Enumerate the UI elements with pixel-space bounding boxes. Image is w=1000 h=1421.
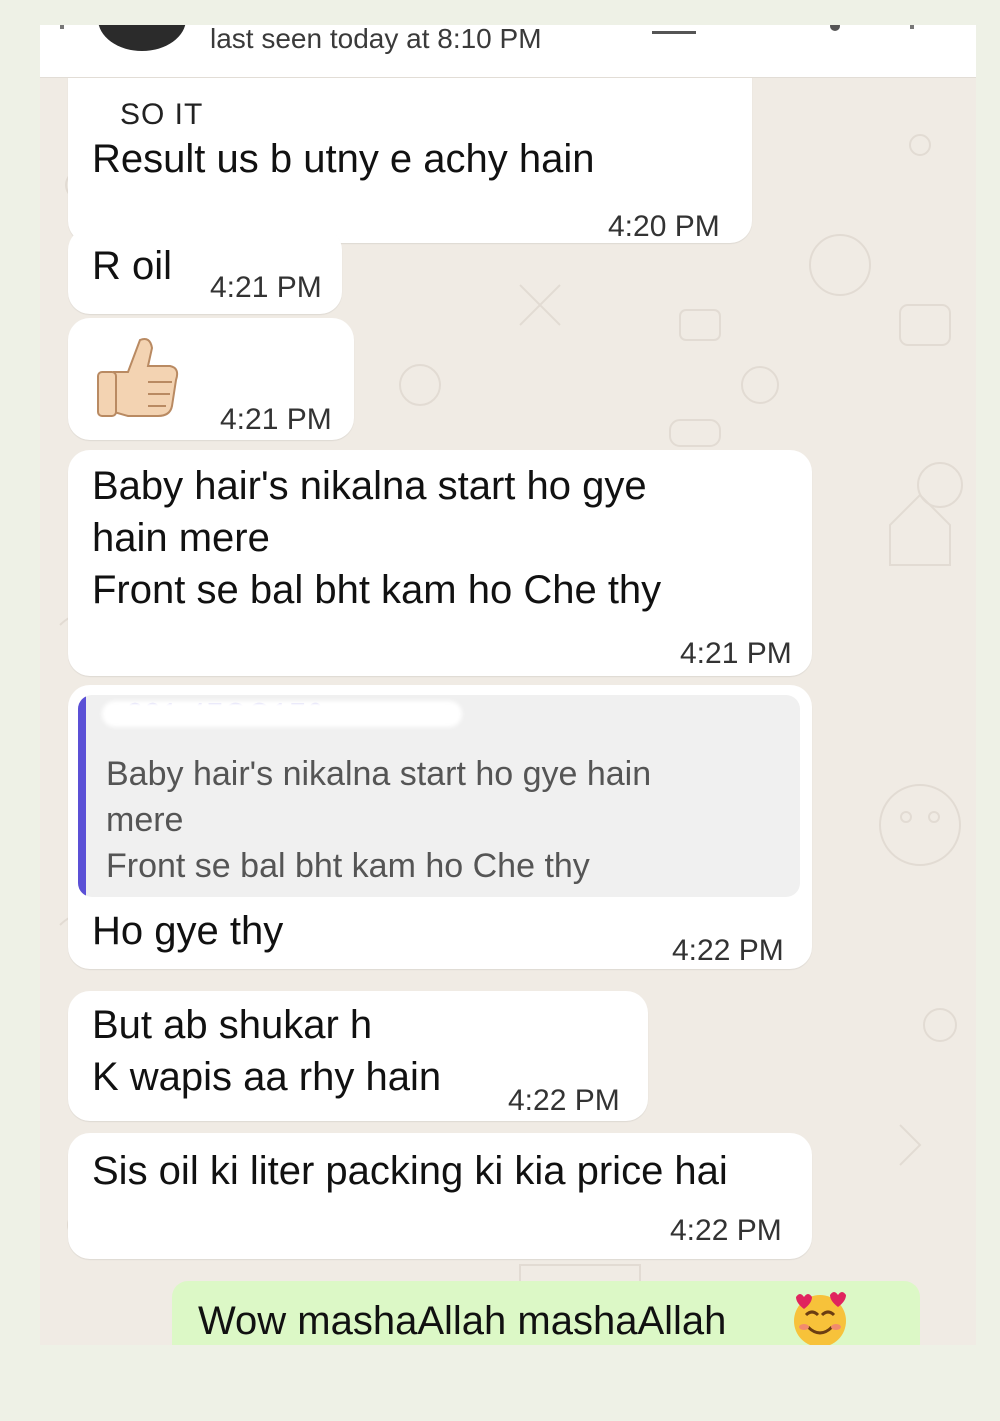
- message-text: Ho gye thy: [92, 909, 284, 953]
- message-bubble[interactable]: R oil 4:21 PM: [68, 228, 342, 314]
- message-text-line: Front se bal bht kam ho Che thy: [92, 568, 662, 612]
- message-text-line: Baby hair's nikalna start ho gye: [92, 464, 647, 508]
- message-bubble[interactable]: Baby hair's nikalna start ho gye hain me…: [68, 450, 812, 676]
- message-bubble[interactable]: But ab shukar h K wapis aa rhy hain 4:22…: [68, 991, 648, 1121]
- outgoing-message-bubble[interactable]: Wow mashaAllah mashaAllah: [172, 1281, 920, 1345]
- message-time: 4:21 PM: [220, 403, 332, 436]
- chat-header: last seen today at 8:10 PM: [40, 25, 976, 78]
- reply-message-bubble[interactable]: · 321 47OO170 Baby hair's nikalna start …: [68, 685, 812, 969]
- message-bubble[interactable]: 4:21 PM: [68, 318, 354, 440]
- message-text-line: But ab shukar h: [92, 1003, 373, 1047]
- message-text: Result us b utny e achy hain: [92, 137, 595, 181]
- message-time: 4:22 PM: [670, 1214, 782, 1247]
- avatar[interactable]: [98, 25, 186, 51]
- redaction-mark: [102, 701, 462, 727]
- message-time: 4:21 PM: [210, 271, 322, 304]
- message-bubble[interactable]: SO IT Result us b utny e achy hain 4:20 …: [68, 53, 752, 243]
- outgoing-message-text: Wow mashaAllah mashaAllah: [198, 1299, 727, 1343]
- message-text: R oil: [92, 244, 173, 288]
- thumbs-up-icon: [97, 338, 179, 417]
- quoted-message[interactable]: · 321 47OO170 Baby hair's nikalna start …: [78, 695, 800, 897]
- smiling-face-with-hearts-icon: [794, 1292, 846, 1345]
- call-icon[interactable]: [652, 31, 696, 34]
- message-bubble[interactable]: Sis oil ki liter packing ki kia price ha…: [68, 1133, 812, 1259]
- chat-window: last seen today at 8:10 PM SO IT Result …: [40, 25, 976, 1345]
- video-icon[interactable]: [830, 25, 840, 31]
- message-text-line: K wapis aa rhy hain: [92, 1055, 442, 1099]
- back-dot[interactable]: [60, 25, 64, 29]
- message-text: Sis oil ki liter packing ki kia price ha…: [92, 1149, 728, 1193]
- message-text-line: hain mere: [92, 516, 270, 560]
- message-time: 4:22 PM: [508, 1084, 620, 1117]
- message-time: 4:22 PM: [672, 934, 784, 967]
- last-seen-status: last seen today at 8:10 PM: [210, 25, 542, 54]
- quoted-text: Baby hair's nikalna start ho gye hain me…: [106, 755, 652, 885]
- menu-icon[interactable]: [910, 25, 914, 29]
- quote-accent-bar: [78, 695, 86, 897]
- message-time: 4:21 PM: [680, 637, 792, 670]
- message-time: 4:20 PM: [608, 210, 720, 243]
